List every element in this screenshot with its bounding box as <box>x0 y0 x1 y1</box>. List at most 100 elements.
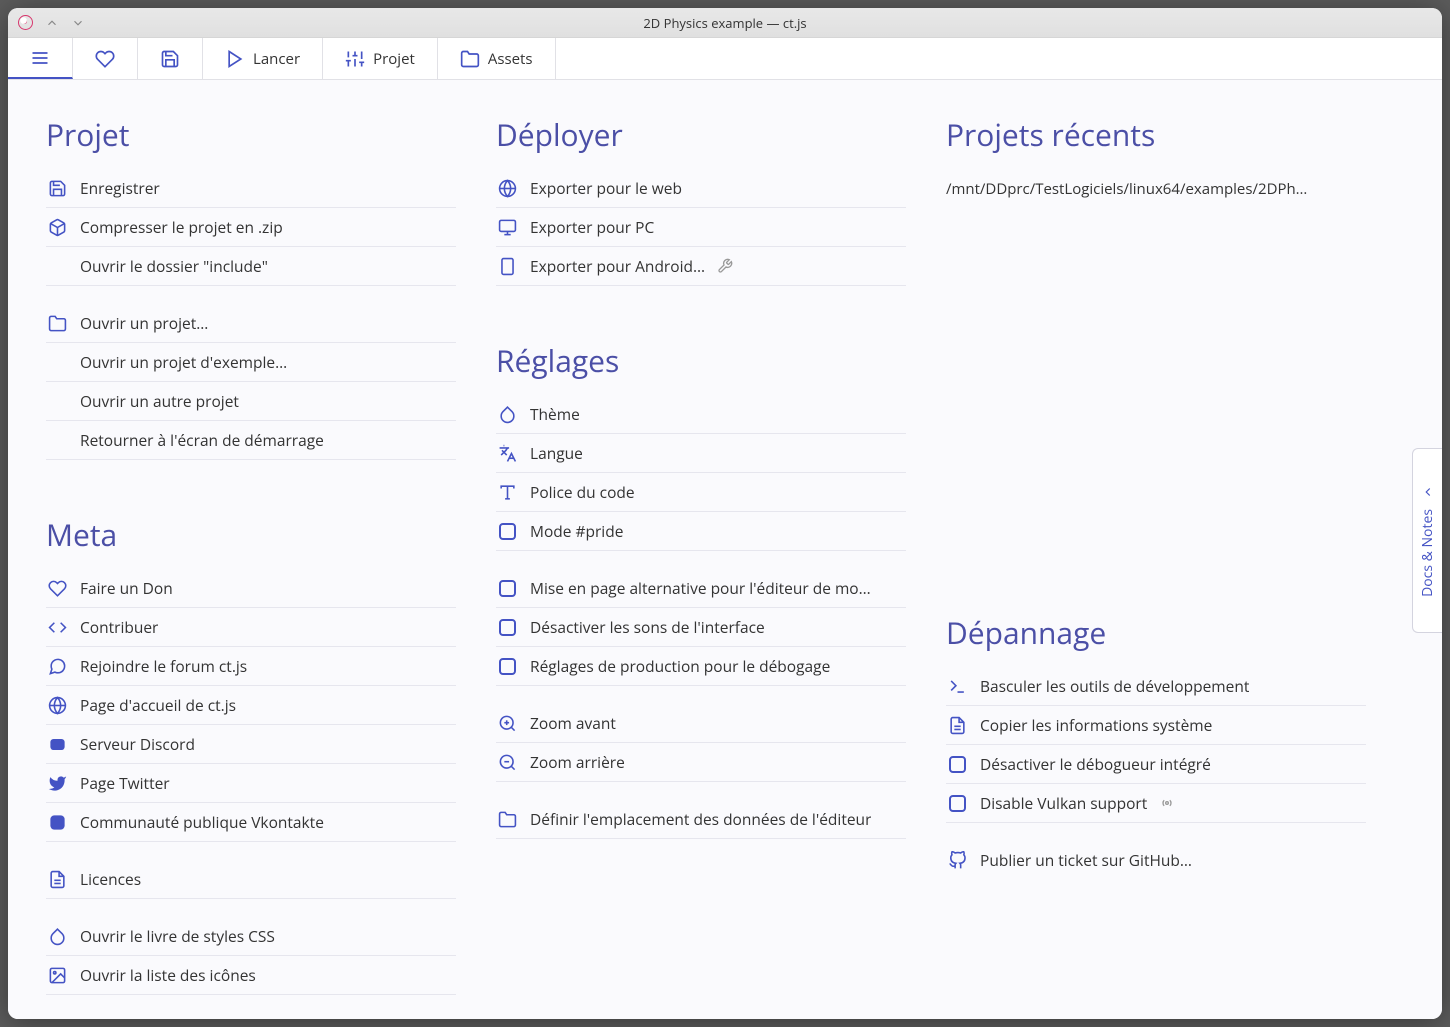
sliders-icon <box>345 49 365 69</box>
folder-icon <box>46 312 68 334</box>
run-button[interactable]: Lancer <box>203 38 323 79</box>
settings-zoom-in[interactable]: Zoom avant <box>496 704 906 743</box>
tshoot-github-ticket[interactable]: Publier un ticket sur GitHub… <box>946 841 1366 879</box>
checkbox-empty-icon <box>496 520 518 542</box>
settings-data-location[interactable]: Définir l'emplacement des données de l'é… <box>496 800 906 839</box>
meta-home[interactable]: Page d'accueil de ct.js <box>46 686 456 725</box>
docs-notes-label: Docs & Notes <box>1418 509 1437 597</box>
meta-contribute[interactable]: Contribuer <box>46 608 456 647</box>
deploy-web[interactable]: Exporter pour le web <box>496 169 906 208</box>
checkbox-empty-icon <box>496 577 518 599</box>
assets-tab[interactable]: Assets <box>438 38 556 79</box>
blank-icon <box>46 429 68 451</box>
project-tab[interactable]: Projet <box>323 38 438 79</box>
main-content: Projet Enregistrer Compresser le projet … <box>8 80 1442 1019</box>
monitor-icon <box>496 216 518 238</box>
tshoot-disable-vulkan[interactable]: Disable Vulkan support <box>946 784 1366 823</box>
radio-icon <box>1159 795 1175 811</box>
section-meta: Meta <box>46 514 456 555</box>
checkbox-empty-icon <box>496 616 518 638</box>
settings-theme[interactable]: Thème <box>496 395 906 434</box>
meta-twitter[interactable]: Page Twitter <box>46 764 456 803</box>
deploy-pc[interactable]: Exporter pour PC <box>496 208 906 247</box>
settings-lang[interactable]: Langue <box>496 434 906 473</box>
run-label: Lancer <box>253 49 300 69</box>
smartphone-icon <box>496 255 518 277</box>
globe-icon <box>496 177 518 199</box>
project-open-example[interactable]: Ouvrir un projet d'exemple… <box>46 343 456 382</box>
settings-mute-ui[interactable]: Désactiver les sons de l'interface <box>496 608 906 647</box>
meta-licenses[interactable]: Licences <box>46 860 456 899</box>
file-text-icon <box>946 714 968 736</box>
settings-prod-debug[interactable]: Réglages de production pour le débogage <box>496 647 906 686</box>
twitter-icon <box>46 772 68 794</box>
favorite-button[interactable] <box>73 38 138 79</box>
settings-zoom-out[interactable]: Zoom arrière <box>496 743 906 782</box>
image-icon <box>46 964 68 986</box>
meta-css-book[interactable]: Ouvrir le livre de styles CSS <box>46 917 456 956</box>
vk-icon <box>46 811 68 833</box>
close-window-button[interactable] <box>18 15 33 30</box>
checkbox-empty-icon <box>946 792 968 814</box>
settings-alt-layout[interactable]: Mise en page alternative pour l'éditeur … <box>496 569 906 608</box>
play-icon <box>225 49 245 69</box>
project-return-start[interactable]: Retourner à l'écran de démarrage <box>46 421 456 460</box>
section-troubleshoot: Dépannage <box>946 612 1366 653</box>
section-recent: Projets récents <box>946 114 1366 155</box>
meta-discord[interactable]: Serveur Discord <box>46 725 456 764</box>
type-icon <box>496 481 518 503</box>
blank-icon <box>46 390 68 412</box>
project-tab-label: Projet <box>373 49 415 69</box>
menu-button[interactable] <box>8 38 73 79</box>
folder-icon <box>460 49 480 69</box>
discord-icon <box>46 733 68 755</box>
tshoot-disable-debugger[interactable]: Désactiver le débogueur intégré <box>946 745 1366 784</box>
settings-code-font[interactable]: Police du code <box>496 473 906 512</box>
window-title: 2D Physics example — ct.js <box>8 14 1442 32</box>
col-project-meta: Projet Enregistrer Compresser le projet … <box>46 104 456 989</box>
section-deploy: Déployer <box>496 114 906 155</box>
blank-icon <box>46 255 68 277</box>
chevron-up-icon[interactable] <box>45 16 59 30</box>
tshoot-toggle-devtools[interactable]: Basculer les outils de développement <box>946 667 1366 706</box>
folder-icon <box>496 808 518 830</box>
package-icon <box>46 216 68 238</box>
blank-icon <box>46 351 68 373</box>
globe-icon <box>46 694 68 716</box>
section-settings: Réglages <box>496 340 906 381</box>
project-zip[interactable]: Compresser le projet en .zip <box>46 208 456 247</box>
toolbar: Lancer Projet Assets <box>8 38 1442 80</box>
project-open-other[interactable]: Ouvrir un autre projet <box>46 382 456 421</box>
code-icon <box>46 616 68 638</box>
deploy-android[interactable]: Exporter pour Android… <box>496 247 906 286</box>
meta-forum[interactable]: Rejoindre le forum ct.js <box>46 647 456 686</box>
save-icon <box>160 49 180 69</box>
hamburger-icon <box>30 48 50 68</box>
settings-pride[interactable]: Mode #pride <box>496 512 906 551</box>
docs-notes-tab[interactable]: Docs & Notes <box>1412 448 1442 633</box>
message-icon <box>46 655 68 677</box>
meta-vk[interactable]: Communauté publique Vkontakte <box>46 803 456 842</box>
checkbox-empty-icon <box>496 655 518 677</box>
titlebar: 2D Physics example — ct.js <box>8 8 1442 38</box>
zoom-out-icon <box>496 751 518 773</box>
project-open-include[interactable]: Ouvrir le dossier "include" <box>46 247 456 286</box>
checkbox-empty-icon <box>946 753 968 775</box>
col-recent-troubleshoot: Projets récents /mnt/DDprc/TestLogiciels… <box>946 104 1366 989</box>
meta-icons-list[interactable]: Ouvrir la liste des icônes <box>46 956 456 995</box>
tool-icon <box>717 258 733 274</box>
project-save[interactable]: Enregistrer <box>46 169 456 208</box>
window-controls <box>18 15 85 30</box>
terminal-icon <box>946 675 968 697</box>
heart-icon <box>46 577 68 599</box>
tshoot-copy-sysinfo[interactable]: Copier les informations système <box>946 706 1366 745</box>
save-button[interactable] <box>138 38 203 79</box>
project-open[interactable]: Ouvrir un projet… <box>46 304 456 343</box>
meta-donate[interactable]: Faire un Don <box>46 569 456 608</box>
col-deploy-settings: Déployer Exporter pour le web Exporter p… <box>496 104 906 989</box>
chevron-down-icon[interactable] <box>71 16 85 30</box>
section-project: Projet <box>46 114 456 155</box>
github-icon <box>946 849 968 871</box>
recent-project-item[interactable]: /mnt/DDprc/TestLogiciels/linux64/example… <box>946 169 1326 199</box>
zoom-in-icon <box>496 712 518 734</box>
